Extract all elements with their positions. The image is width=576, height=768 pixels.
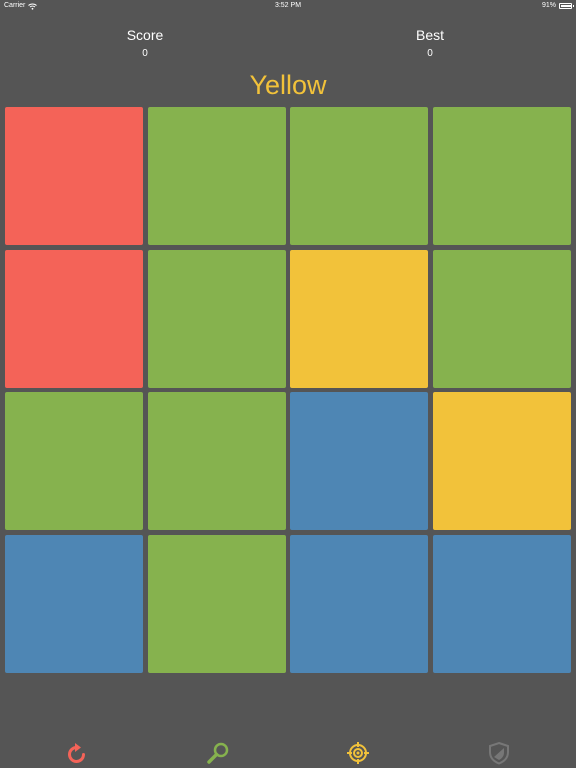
restart-button[interactable]	[64, 740, 90, 766]
tile-blue[interactable]	[290, 534, 429, 673]
tile-green[interactable]	[432, 107, 571, 245]
tile-green[interactable]	[290, 107, 429, 245]
score-panel: Score 0	[85, 26, 205, 60]
tile-blue[interactable]	[290, 392, 429, 530]
hint-button[interactable]	[205, 740, 231, 766]
tile-blue[interactable]	[5, 534, 143, 673]
shield-icon	[488, 741, 510, 765]
tile-blue[interactable]	[432, 534, 571, 673]
status-time: 3:52 PM	[274, 2, 302, 9]
tile-green[interactable]	[147, 534, 286, 673]
target-color-label: Yellow	[249, 70, 327, 100]
tile-green[interactable]	[432, 249, 571, 388]
best-label: Best	[415, 27, 444, 43]
tile-red[interactable]	[5, 107, 143, 245]
best-panel: Best 0	[370, 26, 490, 60]
battery-percent: 91%	[541, 2, 556, 9]
tile-red[interactable]	[5, 249, 143, 388]
battery-icon	[559, 3, 574, 9]
shield-button[interactable]	[486, 740, 512, 766]
bottom-toolbar	[0, 736, 576, 768]
score-value: 0	[142, 48, 148, 59]
tile-yellow[interactable]	[290, 249, 429, 388]
crosshair-icon	[346, 741, 370, 765]
tile-green[interactable]	[147, 392, 286, 530]
restart-icon	[66, 741, 88, 765]
status-bar: Carrier 3:52 PM 91%	[0, 0, 576, 12]
target-button[interactable]	[345, 740, 371, 766]
magnifier-icon	[206, 741, 230, 765]
tile-yellow[interactable]	[432, 392, 571, 530]
color-grid	[5, 107, 571, 673]
best-value: 0	[427, 48, 433, 59]
tile-green[interactable]	[5, 392, 143, 530]
game-screen: Carrier 3:52 PM 91% Score 0 Best 0 Yello…	[0, 0, 576, 768]
score-label: Score	[126, 27, 164, 43]
tile-green[interactable]	[147, 107, 286, 245]
status-right: 91%	[541, 0, 574, 12]
battery-level	[561, 5, 571, 7]
tile-green[interactable]	[147, 249, 286, 388]
